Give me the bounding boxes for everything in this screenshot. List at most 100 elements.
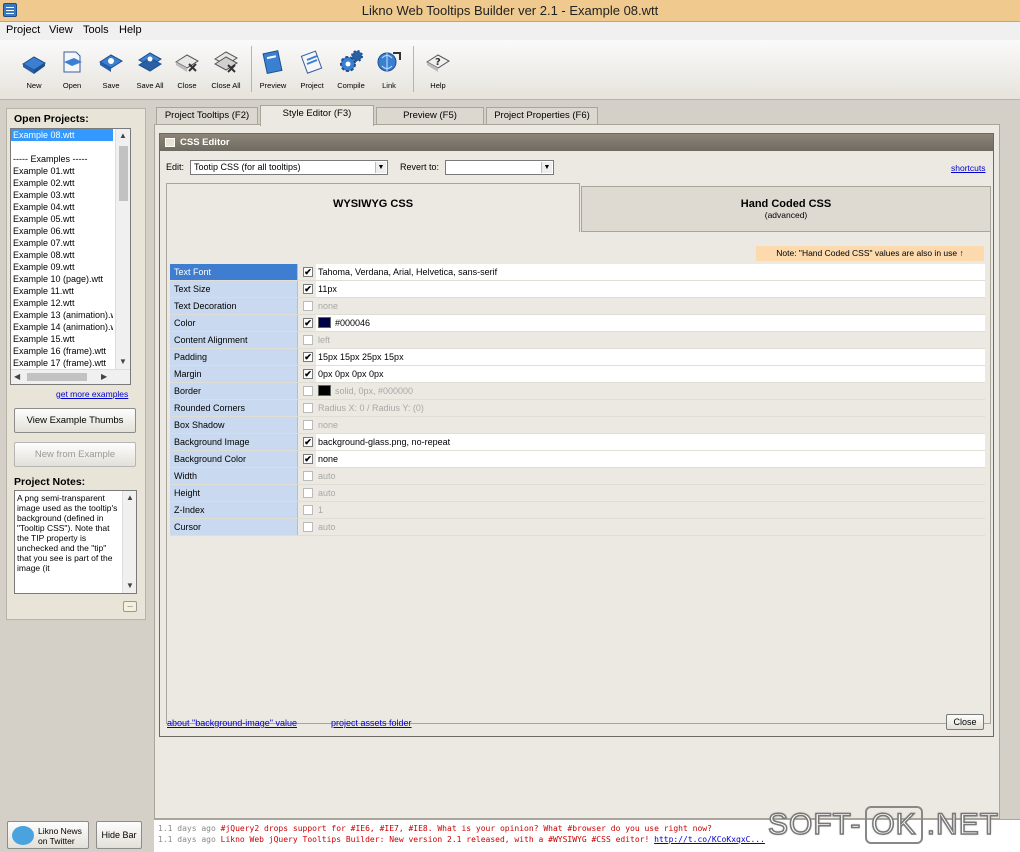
property-value[interactable]: #000046 [316,315,985,331]
table-row[interactable]: Content Alignment left [170,332,985,349]
property-enabled-checkbox[interactable] [303,335,313,345]
property-enabled-checkbox[interactable] [303,420,313,430]
table-row[interactable]: Color ✔ #000046 [170,315,985,332]
property-enabled-checkbox[interactable]: ✔ [303,454,313,464]
color-swatch[interactable] [318,385,331,396]
list-item[interactable]: Example 08.wtt [11,129,113,141]
property-name[interactable]: Height [170,485,298,501]
property-enabled-checkbox[interactable] [303,386,313,396]
list-item[interactable]: Example 13 (animation).w [11,309,113,321]
list-item[interactable]: Example 01.wtt [11,165,113,177]
property-name[interactable]: Padding [170,349,298,365]
property-value[interactable]: none [316,298,985,314]
property-name[interactable]: Cursor [170,519,298,535]
news-item[interactable]: 1.1 days ago Likno Web jQuery Tooltips B… [158,835,765,844]
table-row[interactable]: Height auto [170,485,985,502]
list-item[interactable]: Example 14 (animation).w [11,321,113,333]
scrollbar-thumb[interactable] [27,373,87,381]
property-value[interactable]: 0px 0px 0px 0px [316,366,985,382]
compile-button[interactable]: Compile [333,46,369,96]
view-example-thumbs-button[interactable]: View Example Thumbs [14,408,136,433]
revert-to-select[interactable]: ▼ [445,160,554,175]
menu-help[interactable]: Help [119,24,142,36]
help-button[interactable]: ? Help [420,46,456,96]
twitter-news-button[interactable]: Likno News on Twitter [7,821,89,849]
property-enabled-checkbox[interactable] [303,403,313,413]
shortcuts-link[interactable]: shortcuts [951,163,986,173]
property-value[interactable]: Tahoma, Verdana, Arial, Helvetica, sans-… [316,264,985,280]
project-button[interactable]: Project [294,46,330,96]
new-button[interactable]: New [16,46,52,96]
property-name[interactable]: Text Font [170,264,298,280]
table-row[interactable]: Padding ✔ 15px 15px 25px 15px [170,349,985,366]
news-link[interactable]: http://t.co/KCoKxqxC... [654,835,765,844]
list-item[interactable]: Example 07.wtt [11,237,113,249]
list-item[interactable] [11,141,113,153]
scroll-up-icon[interactable]: ▲ [126,493,134,502]
scrollbar-thumb[interactable] [119,146,128,201]
property-value[interactable]: 1 [316,502,985,518]
property-value[interactable]: auto [316,485,985,501]
table-row[interactable]: Cursor auto [170,519,985,536]
vertical-scrollbar[interactable]: ▲ ▼ [115,129,130,370]
list-item[interactable]: Example 02.wtt [11,177,113,189]
property-name[interactable]: Border [170,383,298,399]
open-button[interactable]: Open [54,46,90,96]
table-row[interactable]: Border solid, 0px, #000000 [170,383,985,400]
property-value[interactable]: auto [316,519,985,535]
list-item[interactable]: Example 12.wtt [11,297,113,309]
color-swatch[interactable] [318,317,331,328]
property-enabled-checkbox[interactable]: ✔ [303,284,313,294]
property-value[interactable]: background-glass.png, no-repeat [316,434,985,450]
property-value[interactable]: none [316,417,985,433]
property-name[interactable]: Text Size [170,281,298,297]
get-more-examples-link[interactable]: get more examples [56,389,128,399]
property-value[interactable]: solid, 0px, #000000 [316,383,985,399]
edit-select[interactable]: Tootip CSS (for all tooltips) ▼ [190,160,388,175]
property-value[interactable]: left [316,332,985,348]
table-row[interactable]: Background Image ✔ background-glass.png, n… [170,434,985,451]
list-item[interactable]: Example 17 (frame).wtt [11,357,113,369]
scroll-left-icon[interactable]: ◀ [14,372,20,381]
save-button[interactable]: Save [93,46,129,96]
tab-project-tooltips[interactable]: Project Tooltips (F2) [156,107,258,125]
property-name[interactable]: Margin [170,366,298,382]
table-row[interactable]: Text Font ✔ Tahoma, Verdana, Arial, Helvet… [170,264,985,281]
property-name[interactable]: Text Decoration [170,298,298,314]
property-name[interactable]: Width [170,468,298,484]
list-item[interactable]: Example 04.wtt [11,201,113,213]
property-enabled-checkbox[interactable] [303,488,313,498]
tab-wysiwyg-css[interactable]: WYSIWYG CSS [166,183,580,232]
menu-view[interactable]: View [49,24,73,36]
project-assets-folder-link[interactable]: project assets folder [331,718,412,728]
list-item[interactable]: Example 05.wtt [11,213,113,225]
scroll-down-icon[interactable]: ▼ [126,581,134,590]
list-item[interactable]: ----- Examples ----- [11,153,113,165]
property-name[interactable]: Z-Index [170,502,298,518]
list-item[interactable]: Example 09.wtt [11,261,113,273]
tab-style-editor[interactable]: Style Editor (F3) [260,105,374,126]
open-projects-list[interactable]: Example 08.wtt ----- Examples ----- Exam… [10,128,131,385]
property-name[interactable]: Color [170,315,298,331]
table-row[interactable]: Text Decoration none [170,298,985,315]
list-item[interactable]: Example 10 (page).wtt [11,273,113,285]
save-all-button[interactable]: Save All [132,46,168,96]
property-enabled-checkbox[interactable] [303,301,313,311]
property-value[interactable]: auto [316,468,985,484]
preview-button[interactable]: Preview [255,46,291,96]
property-value[interactable]: 15px 15px 25px 15px [316,349,985,365]
table-row[interactable]: Rounded Corners Radius X: 0 / Radius Y: (… [170,400,985,417]
new-from-example-button[interactable]: New from Example [14,442,136,467]
list-item[interactable]: Example 03.wtt [11,189,113,201]
list-item[interactable]: Example 08.wtt [11,249,113,261]
vertical-scrollbar[interactable]: ▲ ▼ [122,491,136,593]
property-name[interactable]: Rounded Corners [170,400,298,416]
table-row[interactable]: Text Size ✔ 11px [170,281,985,298]
menu-tools[interactable]: Tools [83,24,109,36]
hide-bar-button[interactable]: Hide Bar [96,821,142,849]
list-item[interactable]: Example 06.wtt [11,225,113,237]
property-enabled-checkbox[interactable] [303,522,313,532]
tab-hand-coded-css[interactable]: Hand Coded CSS (advanced) [581,186,991,232]
scroll-down-icon[interactable]: ▼ [119,357,127,366]
property-name[interactable]: Box Shadow [170,417,298,433]
